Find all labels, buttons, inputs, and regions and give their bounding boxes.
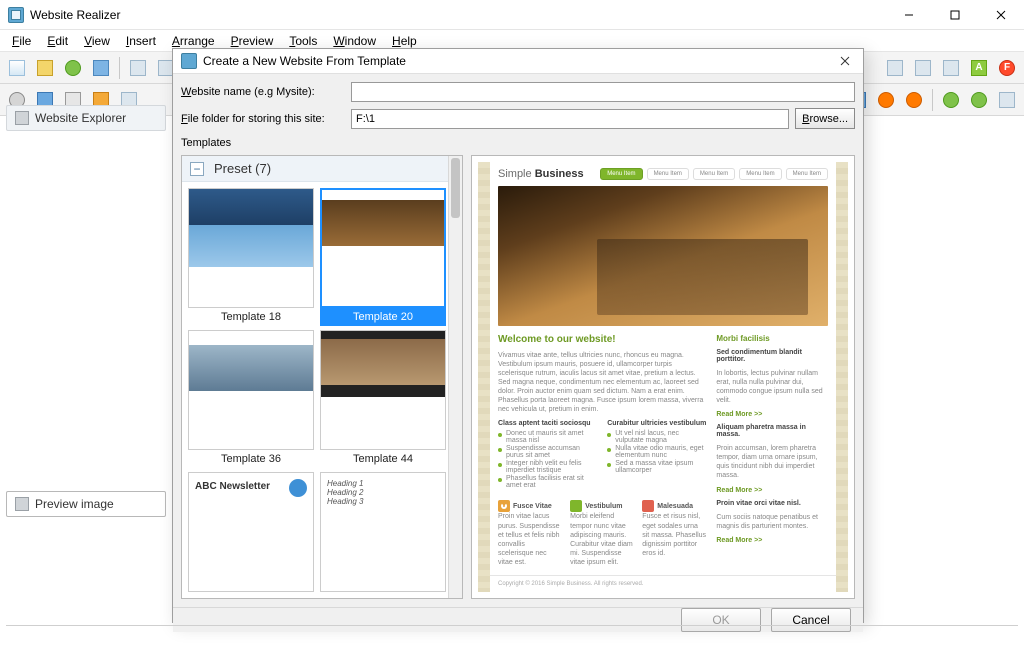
template-scrollbar[interactable] xyxy=(448,156,462,598)
app-icon xyxy=(8,7,24,23)
template-group-header[interactable]: − Preset (7) xyxy=(182,156,462,182)
menu-help[interactable]: Help xyxy=(384,32,425,50)
menu-file[interactable]: File xyxy=(4,32,39,50)
tb-r2-4[interactable] xyxy=(901,87,927,113)
dialog-close-button[interactable] xyxy=(833,49,857,73)
browse-button[interactable]: Browse... xyxy=(795,108,855,129)
menu-insert[interactable]: Insert xyxy=(118,32,164,50)
template-preview: Simple Business Menu Item Menu Item Menu… xyxy=(471,155,855,599)
globe-icon xyxy=(15,111,29,125)
tb-add[interactable] xyxy=(60,55,86,81)
menu-tools[interactable]: Tools xyxy=(281,32,325,50)
minimize-button[interactable] xyxy=(886,0,932,30)
tb-r2-6[interactable] xyxy=(966,87,992,113)
panel-label: Website Explorer xyxy=(35,111,126,125)
panel-website-explorer[interactable]: Website Explorer xyxy=(6,105,166,131)
dialog-title: Create a New Website From Template xyxy=(203,54,406,68)
titlebar: Website Realizer xyxy=(0,0,1024,30)
panel-preview-image[interactable]: Preview image xyxy=(6,491,166,517)
website-name-input[interactable] xyxy=(351,82,855,102)
tb-page[interactable] xyxy=(125,55,151,81)
tb-new[interactable] xyxy=(4,55,30,81)
tb-open[interactable] xyxy=(32,55,58,81)
dialog-icon xyxy=(181,53,197,69)
app-title: Website Realizer xyxy=(30,8,120,22)
collapse-icon[interactable]: − xyxy=(190,162,204,176)
template-item-extra[interactable]: Heading 1Heading 2Heading 3 xyxy=(320,472,446,592)
template-item-18[interactable]: Template 18 xyxy=(188,188,314,326)
panel-label: Preview image xyxy=(35,497,114,511)
folder-label: File folder for storing this site: xyxy=(181,113,345,125)
menu-view[interactable]: View xyxy=(76,32,118,50)
tb-r2-5[interactable] xyxy=(938,87,964,113)
template-list: − Preset (7) Template 18 Template 20 Tem… xyxy=(181,155,463,599)
maximize-button[interactable] xyxy=(932,0,978,30)
dialog-new-website: Create a New Website From Template Websi… xyxy=(172,48,864,623)
tb-font-a[interactable] xyxy=(966,55,992,81)
dialog-titlebar: Create a New Website From Template xyxy=(173,49,863,74)
menu-window[interactable]: Window xyxy=(325,32,384,50)
status-divider xyxy=(6,625,1018,626)
tb-r2-7[interactable] xyxy=(994,87,1020,113)
templates-section-label: Templates xyxy=(181,137,855,149)
dialog-footer: OK Cancel xyxy=(173,607,863,632)
template-item-44[interactable]: Template 44 xyxy=(320,330,446,468)
menu-edit[interactable]: Edit xyxy=(39,32,76,50)
close-button[interactable] xyxy=(978,0,1024,30)
template-item-20[interactable]: Template 20 xyxy=(320,188,446,326)
menu-preview[interactable]: Preview xyxy=(223,32,282,50)
template-item-36[interactable]: Template 36 xyxy=(188,330,314,468)
preview-nav: Menu Item Menu Item Menu Item Menu Item … xyxy=(600,168,828,180)
tb-r2-3[interactable] xyxy=(873,87,899,113)
preview-welcome: Welcome to our website! xyxy=(498,334,706,345)
preview-logo: Simple Business xyxy=(498,168,584,180)
website-name-label: Website name (e.g Mysite): xyxy=(181,86,345,98)
ok-button[interactable]: OK xyxy=(681,608,761,632)
image-icon xyxy=(15,497,29,511)
preview-hero xyxy=(498,186,828,326)
preview-footer: Copyright © 2016 Simple Business. All ri… xyxy=(490,575,836,592)
tb-right-1[interactable] xyxy=(882,55,908,81)
cancel-button[interactable]: Cancel xyxy=(771,608,851,632)
tb-right-3[interactable] xyxy=(938,55,964,81)
template-item-newsletter[interactable]: ABC Newsletter xyxy=(188,472,314,592)
folder-input[interactable] xyxy=(351,109,789,129)
preview-stripe-left xyxy=(478,162,490,592)
tb-save[interactable] xyxy=(88,55,114,81)
preview-stripe-right xyxy=(836,162,848,592)
tb-flash-f[interactable] xyxy=(994,55,1020,81)
menu-arrange[interactable]: Arrange xyxy=(164,32,223,50)
group-label: Preset (7) xyxy=(214,161,271,176)
tb-right-2[interactable] xyxy=(910,55,936,81)
